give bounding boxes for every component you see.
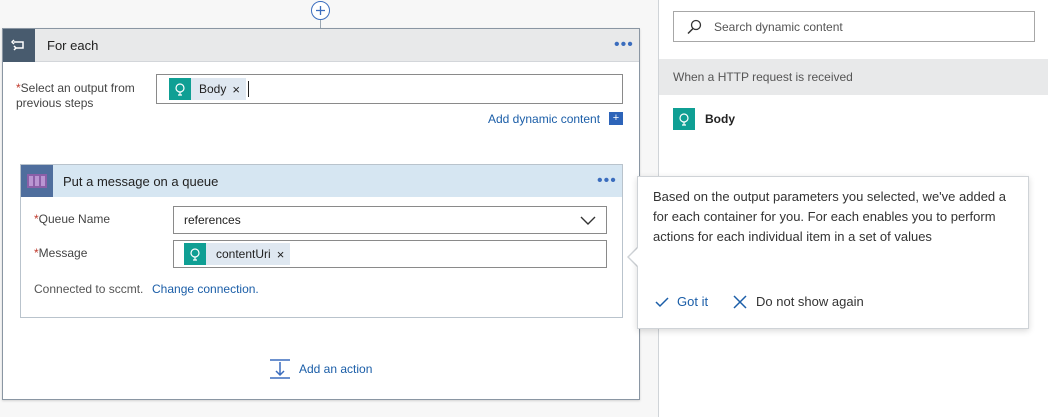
close-icon bbox=[733, 294, 747, 309]
queue-name-value: references bbox=[184, 213, 241, 227]
body-token-label: Body bbox=[199, 82, 227, 96]
got-it-button[interactable]: Got it bbox=[655, 294, 708, 309]
dynamic-item-body[interactable]: Body bbox=[673, 108, 735, 130]
plus-icon bbox=[316, 6, 325, 15]
remove-token-icon[interactable]: × bbox=[277, 247, 285, 262]
add-action-icon bbox=[270, 359, 290, 379]
http-request-icon bbox=[184, 243, 206, 265]
queue-action-header[interactable]: Put a message on a queue ••• bbox=[21, 165, 622, 197]
http-request-icon bbox=[673, 108, 695, 130]
dynamic-search-input[interactable] bbox=[712, 18, 1012, 35]
got-it-label: Got it bbox=[677, 294, 709, 309]
http-request-icon bbox=[169, 78, 191, 100]
foreach-title: For each bbox=[47, 37, 99, 53]
callout-arrow-fill bbox=[629, 247, 639, 267]
dynamic-search-box[interactable] bbox=[673, 11, 1035, 42]
queue-name-label: *Queue Name bbox=[34, 212, 111, 226]
search-icon bbox=[687, 19, 702, 34]
add-action-button[interactable]: Add an action bbox=[269, 359, 372, 379]
connector-line bbox=[320, 20, 321, 28]
queue-action-title: Put a message on a queue bbox=[63, 173, 219, 189]
text-caret bbox=[247, 81, 249, 97]
connection-status: Connected to sccmt. bbox=[34, 282, 144, 296]
queue-name-select[interactable]: references bbox=[173, 206, 607, 234]
trigger-section-title: When a HTTP request is received bbox=[673, 70, 853, 84]
foreach-more-menu[interactable]: ••• bbox=[614, 37, 634, 53]
chevron-down-icon bbox=[580, 216, 596, 225]
dynamic-item-label: Body bbox=[705, 112, 735, 126]
insert-step-button[interactable] bbox=[311, 1, 330, 20]
add-dynamic-content-button[interactable]: + bbox=[609, 112, 623, 125]
do-not-show-again-button[interactable]: Do not show again bbox=[733, 294, 864, 309]
change-connection-link[interactable]: Change connection. bbox=[152, 282, 259, 296]
remove-token-icon[interactable]: × bbox=[232, 82, 240, 97]
message-label: *Message bbox=[34, 246, 88, 260]
content-uri-token[interactable]: contentUri × bbox=[184, 243, 291, 265]
do-not-show-again-label: Do not show again bbox=[756, 294, 864, 309]
add-action-label: Add an action bbox=[299, 362, 373, 376]
foreach-card: For each ••• *Select an output from prev… bbox=[2, 28, 640, 400]
message-field[interactable]: contentUri × bbox=[173, 240, 607, 268]
loop-icon bbox=[3, 28, 35, 62]
body-token[interactable]: Body × bbox=[169, 78, 246, 100]
callout-text: Based on the output parameters you selec… bbox=[653, 189, 1006, 244]
queue-action-card: Put a message on a queue ••• *Queue Name… bbox=[20, 164, 623, 318]
content-uri-token-label: contentUri bbox=[216, 247, 271, 261]
foreach-info-callout: Based on the output parameters you selec… bbox=[637, 176, 1029, 329]
add-dynamic-content-link[interactable]: Add dynamic content bbox=[488, 112, 600, 126]
checkmark-icon bbox=[655, 296, 669, 307]
select-output-field[interactable]: Body × bbox=[156, 74, 623, 104]
foreach-header[interactable]: For each ••• bbox=[3, 28, 639, 62]
trigger-section-header: When a HTTP request is received bbox=[659, 59, 1048, 95]
select-output-label: *Select an output from previous steps bbox=[16, 81, 135, 110]
queue-more-menu[interactable]: ••• bbox=[597, 173, 617, 189]
storage-queue-icon bbox=[21, 165, 53, 197]
